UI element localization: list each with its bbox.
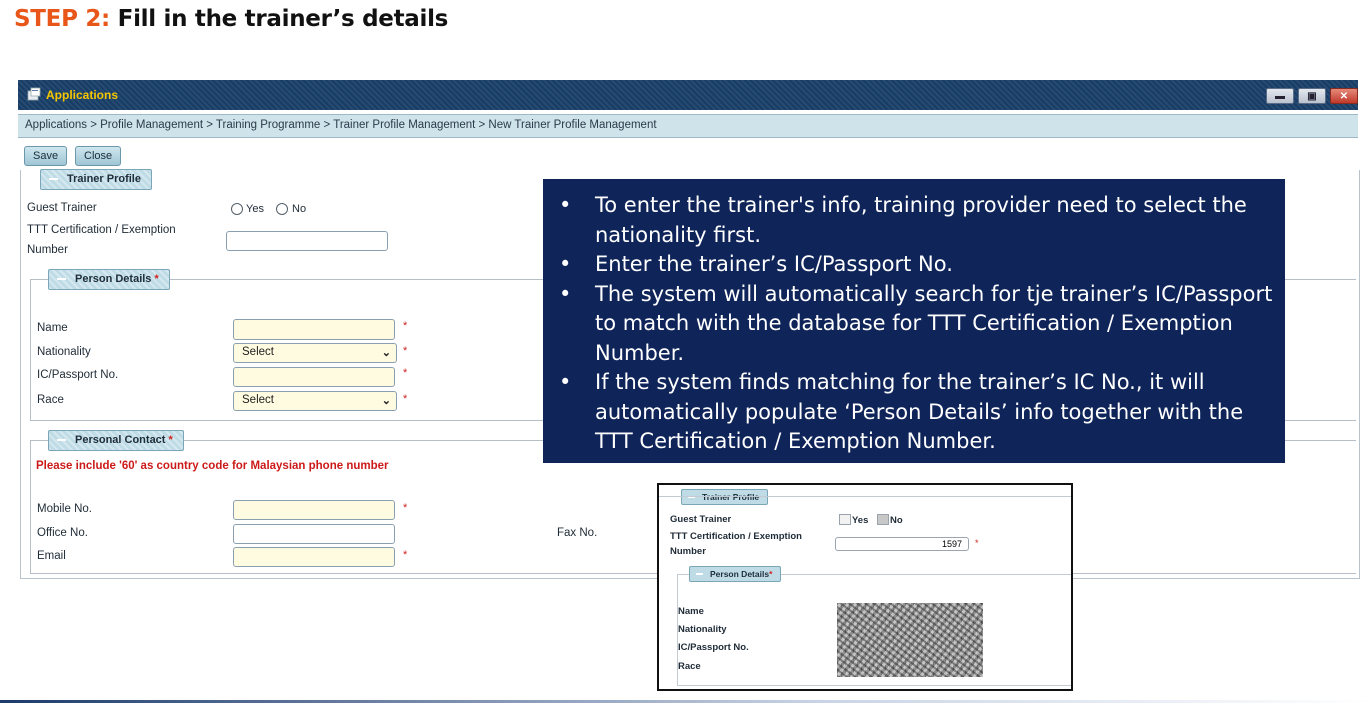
collapse-icon — [49, 178, 58, 180]
window-titlebar: Applications ▬ ▣ ✕ — [18, 80, 1358, 110]
nationality-value: Select — [242, 346, 274, 358]
guest-trainer-label: Guest Trainer — [27, 202, 97, 214]
required-star: * — [403, 320, 408, 332]
inset-yes-label: Yes — [852, 515, 869, 526]
required-mark: * — [154, 273, 159, 285]
email-label: Email — [37, 550, 66, 562]
yes-label: Yes — [246, 203, 264, 215]
ttt-label-line2: Number — [27, 244, 68, 256]
callout-item: • To enter the trainer's info, training p… — [559, 191, 1275, 250]
phone-country-code-note: Please include '60' as country code for … — [36, 460, 389, 472]
callout-text: To enter the trainer's info, training pr… — [595, 193, 1247, 247]
race-label: Race — [37, 394, 64, 406]
fax-label: Fax No. — [557, 527, 598, 539]
required-star: * — [403, 549, 408, 561]
breadcrumb-bar: Applications > Profile Management > Trai… — [18, 114, 1358, 138]
inset-nationality-label: Nationality — [678, 624, 727, 635]
chevron-down-icon: ⌄ — [381, 347, 391, 359]
name-input[interactable] — [233, 319, 395, 340]
inset-person-details-tab: Person Details* — [689, 566, 782, 582]
personal-contact-section-tab[interactable]: Personal Contact * — [48, 430, 184, 451]
chevron-down-icon: ⌄ — [381, 395, 391, 407]
inset-guest-trainer-label: Guest Trainer — [670, 514, 732, 525]
callout-item: • If the system finds matching for the tr… — [559, 368, 1275, 457]
required-star: * — [403, 502, 408, 514]
bullet: • — [559, 370, 572, 394]
nationality-select[interactable]: Select ⌄ — [233, 343, 397, 363]
inset-ttt-field: 1597 — [835, 537, 969, 551]
window-title: Applications — [46, 88, 119, 102]
inset-no-checkbox — [877, 514, 889, 525]
inset-ttt-label-line1: TTT Certification / Exemption — [670, 531, 802, 542]
mobile-label: Mobile No. — [37, 503, 92, 515]
callout-text: If the system finds matching for the tra… — [595, 370, 1244, 453]
trainer-profile-label: Trainer Profile — [67, 173, 141, 185]
close-window-button[interactable]: ✕ — [1330, 88, 1358, 104]
close-icon: ✕ — [1339, 90, 1349, 102]
office-label: Office No. — [37, 527, 88, 539]
inset-person-details-label: Person Details — [710, 569, 770, 579]
inset-no-label: No — [890, 515, 903, 526]
required-star: * — [403, 367, 408, 379]
inset-divider — [659, 496, 1071, 497]
ic-passport-label: IC/Passport No. — [37, 369, 119, 381]
redacted-person-details — [837, 603, 983, 677]
breadcrumb: Applications > Profile Management > Trai… — [25, 119, 657, 131]
inset-race-label: Race — [678, 661, 701, 672]
callout-item: • The system will automatically search fo… — [559, 280, 1275, 369]
required-mark: * — [168, 434, 173, 446]
race-value: Select — [242, 394, 274, 406]
person-details-label: Person Details — [75, 273, 152, 285]
minimize-icon: ▬ — [1275, 90, 1285, 102]
person-details-section-tab[interactable]: Person Details * — [48, 269, 170, 290]
save-button[interactable]: Save — [24, 146, 68, 166]
collapse-icon — [57, 278, 66, 280]
ttt-certification-input[interactable] — [226, 231, 388, 251]
instruction-callout: • To enter the trainer's info, training p… — [543, 179, 1285, 463]
bullet: • — [559, 252, 572, 276]
personal-contact-label: Personal Contact — [75, 434, 166, 446]
inset-required-star: * — [975, 538, 979, 548]
office-input[interactable] — [233, 524, 395, 544]
minimize-button[interactable]: ▬ — [1266, 88, 1294, 104]
inset-ic-label: IC/Passport No. — [678, 642, 749, 653]
footer-line — [0, 700, 1372, 703]
no-label: No — [292, 203, 307, 215]
callout-text: The system will automatically search for… — [595, 281, 1273, 365]
bullet: • — [559, 193, 572, 217]
race-select[interactable]: Select ⌄ — [233, 391, 397, 411]
mobile-input[interactable] — [233, 500, 395, 520]
name-label: Name — [37, 322, 68, 334]
required-star: * — [403, 393, 408, 405]
email-input[interactable] — [233, 547, 395, 567]
example-inset-screenshot: Trainer Profile Guest Trainer Yes No TTT… — [657, 483, 1073, 691]
ttt-label-line1: TTT Certification / Exemption — [27, 224, 176, 236]
ic-passport-input[interactable] — [233, 367, 395, 387]
collapse-icon — [57, 439, 66, 441]
maximize-icon: ▣ — [1307, 90, 1317, 102]
trainer-profile-section-tab[interactable]: Trainer Profile — [40, 169, 152, 190]
callout-item: • Enter the trainer’s IC/Passport No. — [559, 250, 1275, 280]
inset-trainer-profile-tab: Trainer Profile — [681, 489, 769, 505]
nationality-label: Nationality — [37, 346, 91, 358]
maximize-button[interactable]: ▣ — [1298, 88, 1326, 104]
inset-ttt-label-line2: Number — [670, 546, 706, 557]
step-title: Fill in the trainer’s details — [117, 6, 449, 32]
close-button[interactable]: Close — [75, 146, 122, 166]
guest-trainer-yes-radio[interactable] — [231, 203, 243, 215]
inset-name-label: Name — [678, 606, 704, 617]
collapse-icon — [696, 573, 703, 575]
step-label: STEP 2: — [14, 6, 110, 32]
inset-trainer-profile-label: Trainer Profile — [702, 492, 760, 502]
bullet: • — [559, 281, 572, 306]
inset-ttt-value: 1597 — [941, 539, 962, 549]
guest-trainer-no-radio[interactable] — [276, 203, 288, 215]
inset-yes-checkbox — [839, 514, 851, 525]
applications-icon — [27, 87, 41, 101]
required-star: * — [403, 345, 408, 357]
callout-text: Enter the trainer’s IC/Passport No. — [595, 252, 953, 276]
slide-title: STEP 2: Fill in the trainer’s details — [14, 6, 448, 32]
